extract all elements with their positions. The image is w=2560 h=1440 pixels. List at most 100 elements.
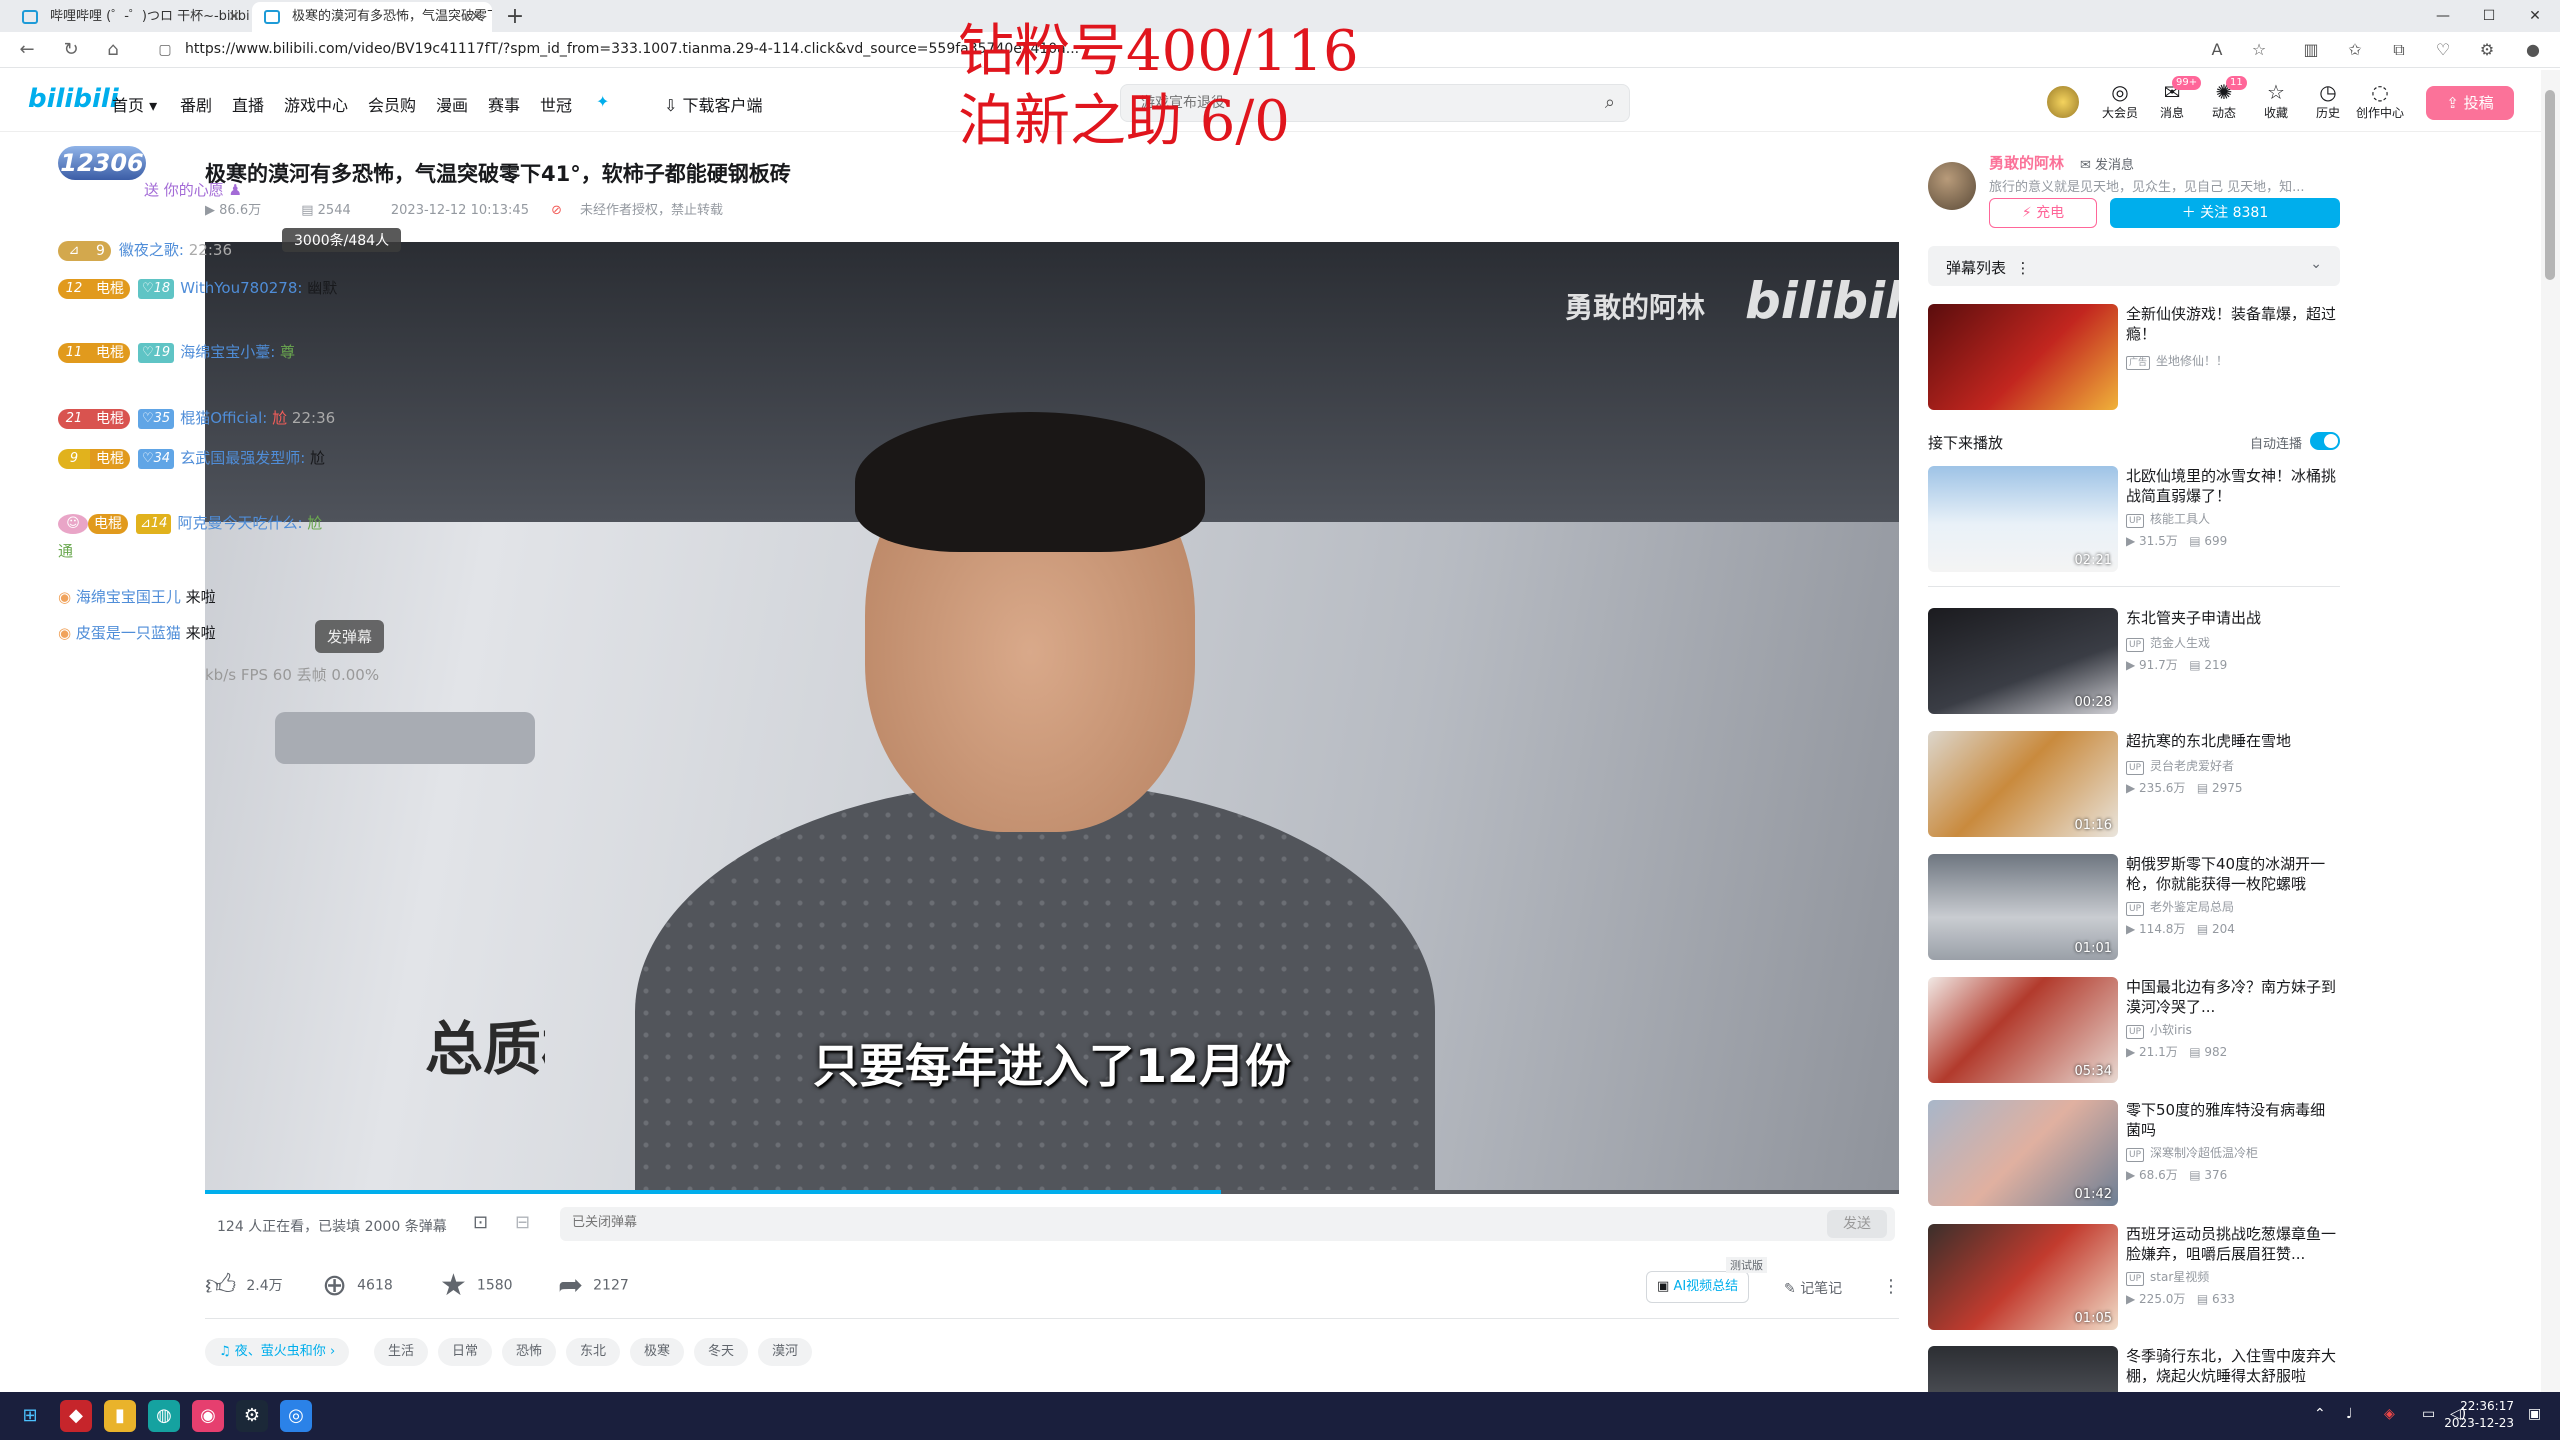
autoplay-toggle[interactable] bbox=[2310, 432, 2340, 450]
windows-start-icon[interactable]: ⊞ bbox=[14, 1400, 46, 1432]
split-screen-icon[interactable]: ▥ bbox=[2300, 40, 2322, 60]
security-icon[interactable]: ◈ bbox=[2384, 1406, 2395, 1422]
nav-anime[interactable]: 番剧 bbox=[180, 92, 212, 116]
danmaku-user[interactable]: WithYou780278: bbox=[180, 279, 302, 297]
coin-button[interactable]: ⊕ 4618 bbox=[322, 1268, 393, 1303]
recommend-card[interactable]: 01:01 朝俄罗斯零下40度的冰湖开一枪，你就能获得一枚陀螺哦 UP 老外鉴定局… bbox=[1928, 854, 2340, 964]
send-danmaku-hint[interactable]: 发弹幕 bbox=[315, 620, 385, 653]
tag[interactable]: 极寒 bbox=[630, 1338, 685, 1366]
scrollbar-thumb[interactable] bbox=[2545, 90, 2555, 280]
tray-expand-icon[interactable]: ⌃ bbox=[2314, 1406, 2326, 1422]
danmaku-input-box[interactable]: 发送 bbox=[560, 1207, 1895, 1241]
nav-esports[interactable]: 赛事 bbox=[488, 92, 520, 116]
system-clock[interactable]: 22:36:17 2023-12-23 bbox=[2444, 1398, 2514, 1432]
danmaku-settings-icon[interactable]: ⊟ bbox=[515, 1212, 530, 1233]
netease-music-icon[interactable]: ◉ bbox=[192, 1400, 224, 1432]
uploader-avatar[interactable] bbox=[1928, 162, 1976, 210]
tag[interactable]: 东北 bbox=[566, 1338, 621, 1366]
danmaku-input[interactable] bbox=[572, 1215, 1772, 1230]
send-message-link[interactable]: ✉ 发消息 bbox=[2080, 154, 2134, 173]
nav-worlds[interactable]: 世冠 bbox=[540, 92, 572, 116]
browser-essentials-icon[interactable]: ♡ bbox=[2432, 40, 2454, 60]
close-window-button[interactable]: ✕ bbox=[2512, 0, 2558, 32]
favorites-icon[interactable]: ✩ bbox=[2344, 40, 2366, 60]
follow-button[interactable]: ＋ 关注 8381 bbox=[2110, 198, 2340, 228]
header-vip[interactable]: ◎ 大会员 bbox=[2092, 80, 2148, 121]
share-button[interactable]: ➦ 2127 bbox=[558, 1268, 629, 1303]
network-icon[interactable]: ▭ bbox=[2422, 1406, 2435, 1422]
recommend-card[interactable]: 01:16 超抗寒的东北虎睡在雪地 UP 灵台老虎爱好者 ▶ 235.6万 ▤ 2… bbox=[1928, 731, 2340, 841]
header-favorites[interactable]: ☆ 收藏 bbox=[2248, 80, 2304, 121]
recommend-card[interactable]: 01:42 零下50度的雅库特没有病毒细菌吗 UP 深寒制冷超低温冷柜 ▶ 68.… bbox=[1928, 1100, 2340, 1210]
danmaku-user[interactable]: 棍猫Official: bbox=[180, 409, 267, 427]
recommend-card[interactable]: 00:28 东北管夹子申请出战 UP 范金人生戏 ▶ 91.7万 ▤ 219 bbox=[1928, 608, 2340, 718]
new-tab-button[interactable]: + bbox=[500, 2, 530, 32]
more-options-icon[interactable]: ⋮ bbox=[1882, 1276, 1900, 1297]
back-icon[interactable]: ← bbox=[14, 38, 40, 62]
entry-user[interactable]: 海绵宝宝国王儿 bbox=[76, 588, 181, 606]
tag-music[interactable]: ♫ 夜、萤火虫和你 › bbox=[205, 1338, 350, 1366]
profile-icon[interactable]: ● bbox=[2522, 40, 2544, 60]
tag[interactable]: 日常 bbox=[438, 1338, 493, 1366]
progress-bar[interactable] bbox=[205, 1190, 1899, 1194]
danmaku-user[interactable]: 阿克曼今天吃什么: bbox=[177, 514, 302, 532]
download-client-link[interactable]: ⇩ 下载客户端 bbox=[664, 92, 763, 116]
favorite-star-icon[interactable]: ☆ bbox=[2248, 40, 2270, 60]
steam-icon[interactable]: ⚙ bbox=[236, 1400, 268, 1432]
extensions-icon[interactable]: ⚙ bbox=[2476, 40, 2498, 60]
header-history[interactable]: ◷ 历史 bbox=[2300, 80, 2356, 121]
close-tab-icon[interactable]: ✕ bbox=[228, 2, 240, 32]
tag[interactable]: 恐怖 bbox=[502, 1338, 557, 1366]
nav-live[interactable]: 直播 bbox=[232, 92, 264, 116]
post-button[interactable]: ⇪ 投稿 bbox=[2426, 86, 2514, 120]
home-icon[interactable]: ⌂ bbox=[100, 38, 126, 62]
bilibili-logo[interactable]: bilibili bbox=[28, 84, 119, 114]
search-icon[interactable]: ⌕ bbox=[1605, 92, 1615, 113]
edge-browser-icon[interactable]: ◍ bbox=[148, 1400, 180, 1432]
video-player[interactable]: 总质栏板 勇敢的阿林 bilibili 只要每年进入了12月份 bbox=[205, 242, 1899, 1194]
event-banner-icon[interactable]: ✦ bbox=[596, 92, 609, 111]
danmaku-user[interactable]: 徽夜之歌: bbox=[119, 241, 184, 259]
notification-icon[interactable]: ▣ bbox=[2528, 1406, 2541, 1422]
entry-user[interactable]: 皮蛋是一只蓝猫 bbox=[76, 624, 181, 642]
favorite-button[interactable]: ★ 1580 bbox=[440, 1268, 513, 1303]
danmaku-user[interactable]: 海绵宝宝小薹: bbox=[180, 343, 275, 361]
tag[interactable]: 冬天 bbox=[694, 1338, 749, 1366]
header-creator[interactable]: ◌ 创作中心 bbox=[2352, 80, 2408, 121]
maximize-button[interactable]: ☐ bbox=[2466, 0, 2512, 32]
browser-tab-1[interactable]: 哔哩哔哩 (゜-゜)つロ 干杯~-bilibili ✕ bbox=[10, 2, 250, 32]
tag[interactable]: 漠河 bbox=[758, 1338, 813, 1366]
danmaku-user[interactable]: 玄武国最强发型师: bbox=[180, 449, 305, 467]
file-explorer-icon[interactable]: ▮ bbox=[104, 1400, 136, 1432]
danmaku-toggle-icon[interactable]: ⊡ bbox=[473, 1212, 488, 1233]
nav-manga[interactable]: 漫画 bbox=[436, 92, 468, 116]
nav-game-center[interactable]: 游戏中心 bbox=[284, 92, 348, 116]
collections-icon[interactable]: ⧉ bbox=[2388, 40, 2410, 60]
ai-summary-button[interactable]: ▣ AI视频总结 bbox=[1646, 1271, 1750, 1303]
browser-tab-2[interactable]: 极寒的漠河有多恐怖，气温突破零下41°，软柿子都能硬钢板砖 ✕ bbox=[252, 2, 492, 32]
close-tab-icon[interactable]: ✕ bbox=[470, 2, 482, 32]
minimize-button[interactable]: — bbox=[2420, 0, 2466, 32]
microphone-icon[interactable]: ♩ bbox=[2346, 1406, 2353, 1422]
ad-card[interactable]: 全新仙侠游戏！装备靠爆，超过瘾！ 广告 坐地修仙！！ bbox=[1928, 304, 2340, 414]
recommend-card[interactable]: 02:21 北欧仙境里的冰雪女神！冰桶挑战简直弱爆了！ UP 核能工具人 ▶ 31… bbox=[1928, 466, 2340, 576]
like-button[interactable]: 👍︎ 2.4万 bbox=[205, 1268, 283, 1304]
app-icon[interactable]: ◆ bbox=[60, 1400, 92, 1432]
read-aloud-icon[interactable]: A bbox=[2206, 40, 2228, 60]
nav-home[interactable]: 首页 ▾ bbox=[112, 92, 157, 116]
notes-button[interactable]: ✎ 记笔记 bbox=[1784, 1278, 1842, 1298]
refresh-icon[interactable]: ↻ bbox=[58, 38, 84, 62]
lock-icon[interactable]: ▢ bbox=[152, 38, 178, 62]
recommend-card[interactable]: 05:34 中国最北边有多冷？南方妹子到漠河冷哭了... UP 小软iris ▶ … bbox=[1928, 977, 2340, 1087]
nav-mall[interactable]: 会员购 bbox=[368, 92, 416, 116]
danmaku-list-header[interactable]: 弹幕列表 ⋮ ⌄ bbox=[1928, 246, 2340, 286]
charge-button[interactable]: ⚡ 充电 bbox=[1989, 198, 2097, 228]
recommend-card[interactable]: 01:05 西班牙运动员挑战吃葱爆章鱼一脸嫌弃，咀嚼后展眉狂赞... UP sta… bbox=[1928, 1224, 2340, 1334]
user-avatar[interactable] bbox=[2045, 84, 2081, 120]
uploader-name[interactable]: 勇敢的阿林 bbox=[1989, 152, 2064, 173]
recommend-card[interactable]: 冬季骑行东北，入住雪中废弃大棚，烧起火炕睡得太舒服啦 bbox=[1928, 1346, 2340, 1392]
app-icon[interactable]: ◎ bbox=[280, 1400, 312, 1432]
send-danmaku-button[interactable]: 发送 bbox=[1827, 1210, 1887, 1238]
url-field[interactable]: https://www.bilibili.com/video/BV19c4111… bbox=[185, 41, 1085, 57]
tag[interactable]: 生活 bbox=[374, 1338, 429, 1366]
